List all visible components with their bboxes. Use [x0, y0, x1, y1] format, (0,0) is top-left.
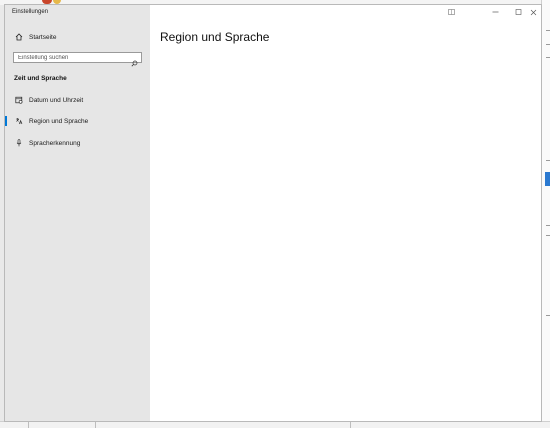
nav-home-label: Startseite [29, 33, 57, 41]
search-box[interactable] [13, 52, 142, 67]
section-heading: Zeit und Sprache [14, 75, 67, 82]
sidebar-item-label: Datum und Uhrzeit [29, 96, 84, 104]
language-icon [14, 117, 24, 125]
main-content: Region und Sprache [150, 5, 541, 421]
minimize-icon[interactable] [484, 6, 506, 18]
sidebar-item-speech[interactable]: Spracherkennung [5, 135, 150, 151]
sidebar-item-label: Region und Sprache [29, 117, 89, 125]
search-icon[interactable] [131, 54, 138, 72]
microphone-icon [14, 139, 24, 147]
nav-home[interactable]: Startseite [5, 29, 150, 45]
snap-layout-icon[interactable] [440, 6, 462, 18]
background-window-edge [541, 0, 550, 427]
sidebar: Einstellungen Startseite Zeit und Sprach… [5, 5, 150, 421]
sidebar-item-region-language[interactable]: Region und Sprache [5, 113, 150, 129]
calendar-clock-icon [14, 96, 24, 104]
sidebar-item-label: Spracherkennung [29, 139, 81, 147]
close-icon[interactable] [526, 6, 541, 18]
sidebar-item-date-time[interactable]: Datum und Uhrzeit [5, 92, 150, 108]
window-title: Einstellungen [12, 9, 49, 15]
search-input[interactable] [18, 53, 128, 62]
background-selection-highlight [545, 172, 550, 186]
page-title: Region und Sprache [160, 30, 270, 44]
home-icon [14, 33, 24, 41]
settings-window: Einstellungen Startseite Zeit und Sprach… [5, 5, 541, 421]
